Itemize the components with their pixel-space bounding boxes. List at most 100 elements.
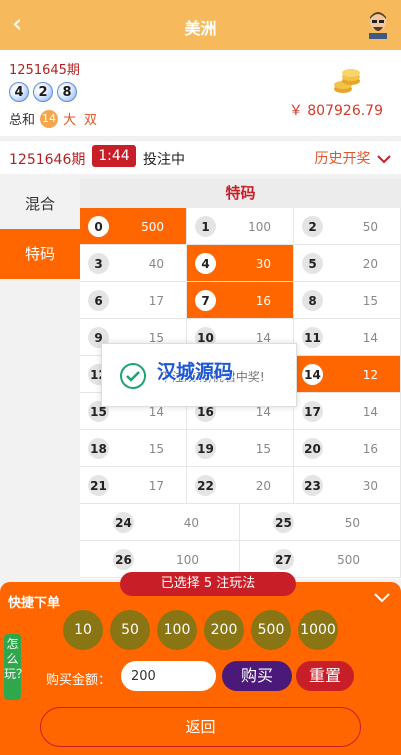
odds-value: 500 <box>141 220 164 234</box>
return-button[interactable]: 返回 <box>40 707 361 747</box>
odds-value: 14 <box>148 405 164 419</box>
odds-value: 16 <box>362 442 378 456</box>
sum-row: 总和 14 大 双 <box>9 109 105 128</box>
number-cell-18[interactable]: 18 15 <box>80 430 187 467</box>
chevron-down-icon[interactable] <box>373 592 391 604</box>
coins-icon <box>334 69 360 93</box>
number-ball: 22 <box>195 475 216 496</box>
number-ball: 5 <box>302 253 323 274</box>
chip-50[interactable]: 50 <box>110 610 150 650</box>
number-ball: 2 <box>302 216 323 237</box>
odds-value: 17 <box>148 294 164 308</box>
number-cell-17[interactable]: 17 14 <box>294 393 401 430</box>
odds-value: 14 <box>255 405 271 419</box>
number-ball: 6 <box>88 290 109 311</box>
bet-bar: 快捷下单 10 50 100 200 500 1000 怎么玩？ 购买金额： 购… <box>0 582 401 755</box>
number-ball: 20 <box>302 438 323 459</box>
odds-value: 100 <box>176 553 199 567</box>
number-ball: 26 <box>113 549 134 570</box>
page-title: 美洲 <box>184 19 217 38</box>
result-ball: 4 <box>9 82 29 102</box>
sum-value: 14 <box>40 109 59 128</box>
selected-count-badge: 已选择 5 注玩法 <box>120 572 296 596</box>
odds-value: 40 <box>148 257 164 271</box>
number-ball: 14 <box>302 364 323 385</box>
number-cell-4[interactable]: 4 30 <box>187 245 294 282</box>
result-balls: 4 2 8 <box>9 82 77 102</box>
chip-100[interactable]: 100 <box>157 610 197 650</box>
odds-value: 30 <box>255 257 271 271</box>
odds-value: 14 <box>362 405 378 419</box>
odds-value: 17 <box>148 479 164 493</box>
last-result-panel: 1251645期 4 2 8 总和 14 大 双 ￥ 807926.79 <box>0 50 401 136</box>
chip-500[interactable]: 500 <box>251 610 291 650</box>
number-cell-6[interactable]: 6 17 <box>80 282 187 319</box>
play-type-sidebar: 混合 特码 <box>0 179 80 579</box>
number-grid-wide: 24 40 25 50 26 100 27 500 <box>80 504 401 578</box>
odds-value: 15 <box>255 442 271 456</box>
number-ball: 4 <box>195 253 216 274</box>
number-ball: 21 <box>88 475 109 496</box>
chip-1000[interactable]: 1000 <box>298 610 338 650</box>
odds-value: 50 <box>344 516 360 530</box>
number-ball: 3 <box>88 253 109 274</box>
result-ball: 2 <box>33 82 53 102</box>
odds-value: 100 <box>248 220 271 234</box>
number-cell-23[interactable]: 23 30 <box>294 467 401 504</box>
number-ball: 7 <box>195 290 216 311</box>
number-ball: 1 <box>195 216 216 237</box>
number-cell-3[interactable]: 3 40 <box>80 245 187 282</box>
odds-value: 500 <box>337 553 360 567</box>
history-button[interactable]: 历史开奖 <box>315 148 391 168</box>
how-to-play-button[interactable]: 怎么玩？ <box>4 634 28 700</box>
betting-status: 投注中 <box>143 152 185 168</box>
reset-button[interactable]: 重置 <box>296 661 354 691</box>
countdown-timer: 1:44 <box>92 145 136 167</box>
status-bar: 1251646期 1:44 投注中 历史开奖 <box>0 140 401 174</box>
number-cell-11[interactable]: 11 14 <box>294 319 401 356</box>
odds-value: 30 <box>362 479 378 493</box>
number-cell-14[interactable]: 14 12 <box>294 356 401 393</box>
number-cell-2[interactable]: 2 50 <box>294 208 401 245</box>
number-ball: 23 <box>302 475 323 496</box>
number-cell-1[interactable]: 1 100 <box>187 208 294 245</box>
number-ball: 0 <box>88 216 109 237</box>
top-bar: ‹ 美洲 <box>0 0 401 50</box>
avatar[interactable] <box>365 9 391 39</box>
number-ball: 27 <box>273 549 294 570</box>
chip-200[interactable]: 200 <box>204 610 244 650</box>
current-period: 1251646期 <box>9 152 86 168</box>
result-ball: 8 <box>57 82 77 102</box>
chip-10[interactable]: 10 <box>63 610 103 650</box>
sum-label: 总和 <box>9 113 36 128</box>
odds-value: 15 <box>362 294 378 308</box>
number-ball: 11 <box>302 327 323 348</box>
number-cell-20[interactable]: 20 16 <box>294 430 401 467</box>
sidebar-item-special[interactable]: 特码 <box>0 229 80 279</box>
check-icon <box>120 363 146 389</box>
odds-value: 14 <box>362 331 378 345</box>
history-label: 历史开奖 <box>314 151 371 167</box>
odds-value: 15 <box>148 442 164 456</box>
number-cell-19[interactable]: 19 15 <box>187 430 294 467</box>
amount-input[interactable] <box>121 661 216 691</box>
number-cell-24[interactable]: 24 40 <box>80 504 240 541</box>
odds-value: 20 <box>362 257 378 271</box>
number-cell-21[interactable]: 21 17 <box>80 467 187 504</box>
odds-value: 40 <box>183 516 199 530</box>
amount-label: 购买金额： <box>46 673 112 688</box>
number-cell-5[interactable]: 5 20 <box>294 245 401 282</box>
number-cell-7[interactable]: 7 16 <box>187 282 294 319</box>
number-ball: 18 <box>88 438 109 459</box>
number-cell-25[interactable]: 25 50 <box>240 504 401 541</box>
sidebar-item-mixed[interactable]: 混合 <box>0 179 80 229</box>
watermark: 汉城源码 <box>157 361 234 383</box>
size-tag: 大 <box>63 113 77 128</box>
balance: ￥ 807926.79 <box>288 103 383 119</box>
number-cell-0[interactable]: 0 500 <box>80 208 187 245</box>
buy-button[interactable]: 购买 <box>222 661 292 691</box>
number-ball: 24 <box>113 512 134 533</box>
number-cell-22[interactable]: 22 20 <box>187 467 294 504</box>
number-ball: 17 <box>302 401 323 422</box>
number-cell-8[interactable]: 8 15 <box>294 282 401 319</box>
